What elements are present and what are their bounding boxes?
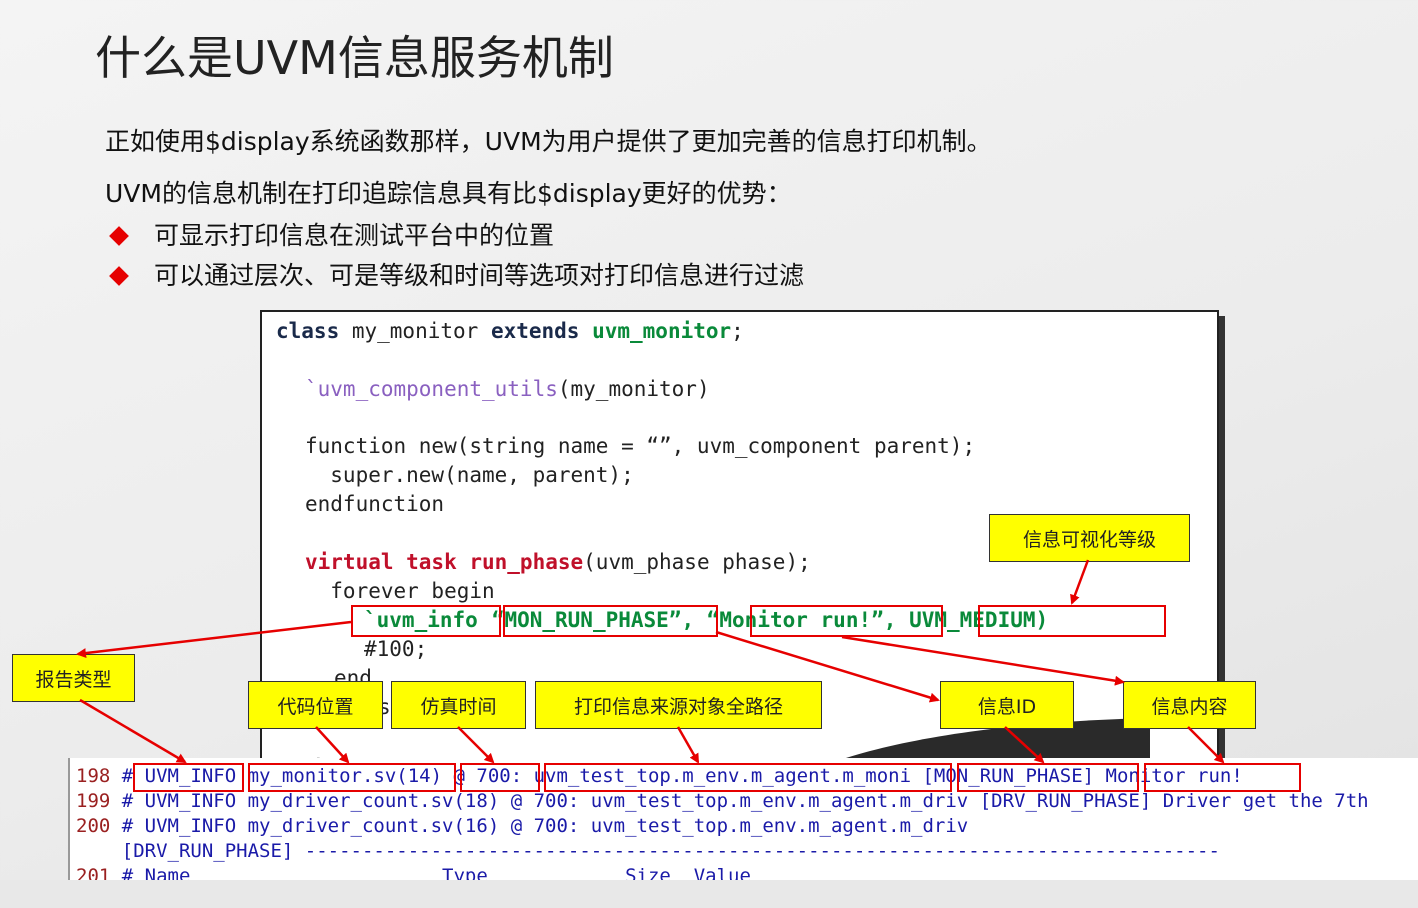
log-id-highlight (957, 763, 1139, 792)
log-message-highlight (1144, 763, 1301, 792)
code-line-class: class my_monitor extends uvm_monitor; (276, 319, 744, 343)
code-line-task: virtual task run_phase(uvm_phase phase); (305, 550, 811, 574)
advantage-paragraph: UVM的信息机制在打印追踪信息具有比$display更好的优势： (105, 179, 792, 208)
callout-message-content: 信息内容 (1123, 681, 1256, 729)
report-type-highlight (133, 763, 244, 792)
callout-sim-time: 仿真时间 (391, 681, 526, 729)
bottom-band (0, 880, 1418, 908)
file-line-highlight (248, 763, 456, 792)
bullet-text: 可以通过层次、可是等级和时间等选项对打印信息进行过滤 (154, 261, 805, 290)
message-highlight (750, 605, 943, 637)
code-line-endfunction: endfunction (305, 492, 445, 516)
path-highlight (544, 763, 952, 792)
bullet-item: 可显示打印信息在测试平台中的位置 (108, 216, 554, 252)
callout-code-location: 代码位置 (248, 681, 383, 729)
log-line: 201 # Name Type Size Value (76, 865, 751, 880)
slide-title: 什么是UVM信息服务机制 (95, 31, 614, 85)
intro-paragraph: 正如使用$display系统函数那样，UVM为用户提供了更加完善的信息打印机制。 (105, 127, 992, 156)
bullet-text: 可显示打印信息在测试平台中的位置 (154, 221, 555, 250)
code-line-forever: forever begin (305, 579, 495, 603)
log-line: 200 # UVM_INFO my_driver_count.sv(16) @ … (76, 815, 969, 837)
code-line-utils: `uvm_component_utils(my_monitor) (305, 377, 710, 401)
code-line-super: super.new(name, parent); (305, 463, 634, 487)
verbosity-highlight (978, 605, 1166, 637)
callout-verbosity: 信息可视化等级 (989, 514, 1190, 562)
callout-full-path: 打印信息来源对象全路径 (535, 681, 822, 729)
code-line-delay: #100; (364, 637, 428, 661)
code-line-function: function new(string name = “”, uvm_compo… (305, 434, 976, 458)
time-highlight (460, 763, 540, 792)
id-highlight (503, 605, 718, 637)
log-line: [DRV_RUN_PHASE] ------------------------… (76, 840, 1220, 862)
log-line: 199 # UVM_INFO my_driver_count.sv(18) @ … (76, 790, 1369, 812)
diamond-bullet-icon (109, 265, 129, 286)
callout-message-id: 信息ID (940, 681, 1074, 729)
callout-report-type: 报告类型 (12, 654, 135, 702)
macro-highlight (351, 605, 501, 637)
bullet-item: 可以通过层次、可是等级和时间等选项对打印信息进行过滤 (108, 256, 804, 292)
diamond-bullet-icon (109, 225, 129, 246)
